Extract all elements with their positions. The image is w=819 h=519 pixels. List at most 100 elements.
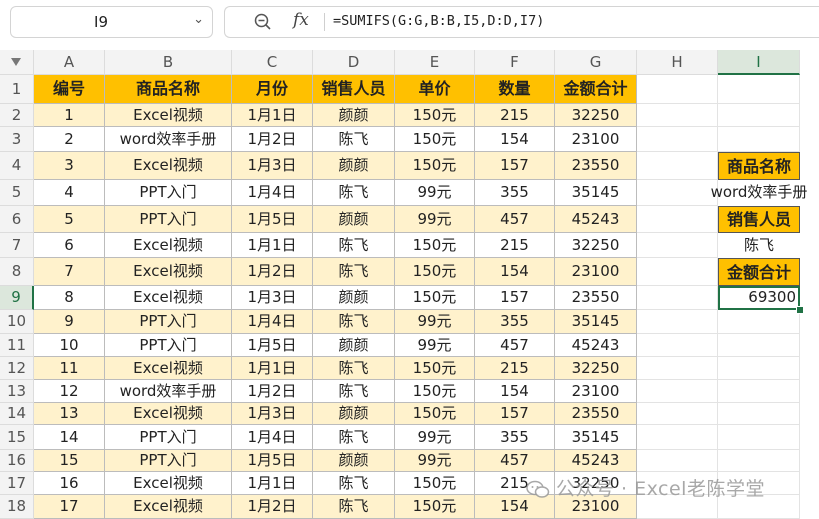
table-cell[interactable]: 157 bbox=[475, 152, 555, 180]
table-cell[interactable]: word效率手册 bbox=[105, 380, 232, 403]
table-cell[interactable]: 颜颜 bbox=[313, 334, 395, 357]
table-cell[interactable]: 23100 bbox=[555, 258, 637, 286]
table-cell[interactable]: 1月1日 bbox=[232, 472, 313, 495]
table-cell[interactable]: 45243 bbox=[555, 334, 637, 357]
table-cell[interactable]: Excel视频 bbox=[105, 233, 232, 258]
table-cell[interactable]: 1月3日 bbox=[232, 286, 313, 310]
table-cell[interactable]: 154 bbox=[475, 258, 555, 286]
table-cell[interactable]: 457 bbox=[475, 334, 555, 357]
table-cell[interactable]: 99元 bbox=[395, 310, 475, 334]
empty-cell[interactable] bbox=[718, 403, 800, 425]
table-cell[interactable]: Excel视频 bbox=[105, 104, 232, 127]
empty-cell[interactable] bbox=[718, 334, 800, 357]
name-box[interactable]: I9 ⌄ bbox=[10, 6, 213, 38]
table-cell[interactable]: 1月5日 bbox=[232, 334, 313, 357]
table-cell[interactable]: 9 bbox=[34, 310, 105, 334]
table-cell[interactable]: 1 bbox=[34, 104, 105, 127]
table-cell[interactable]: 215 bbox=[475, 233, 555, 258]
table-cell[interactable]: Excel视频 bbox=[105, 495, 232, 519]
table-cell[interactable]: 1月4日 bbox=[232, 180, 313, 206]
table-cell[interactable]: 35145 bbox=[555, 310, 637, 334]
table-cell[interactable]: 215 bbox=[475, 357, 555, 380]
empty-cell[interactable] bbox=[718, 425, 800, 450]
table-cell[interactable]: 颜颜 bbox=[313, 450, 395, 472]
row-header-4[interactable]: 4 bbox=[0, 152, 34, 180]
table-cell[interactable]: 1月1日 bbox=[232, 104, 313, 127]
table-cell[interactable]: Excel视频 bbox=[105, 472, 232, 495]
table-cell[interactable]: 1月1日 bbox=[232, 233, 313, 258]
empty-cell[interactable] bbox=[637, 75, 718, 104]
table-cell[interactable]: 150元 bbox=[395, 286, 475, 310]
row-header-8[interactable]: 8 bbox=[0, 258, 34, 286]
table-cell[interactable]: 99元 bbox=[395, 206, 475, 233]
table-cell[interactable]: 99元 bbox=[395, 425, 475, 450]
table-cell[interactable]: 1月2日 bbox=[232, 258, 313, 286]
table-cell[interactable]: 12 bbox=[34, 380, 105, 403]
table-cell[interactable]: 陈飞 bbox=[313, 472, 395, 495]
empty-cell[interactable] bbox=[637, 104, 718, 127]
empty-cell[interactable] bbox=[637, 425, 718, 450]
table-cell[interactable]: 5 bbox=[34, 206, 105, 233]
table-cell[interactable]: PPT入门 bbox=[105, 334, 232, 357]
table-cell[interactable]: 17 bbox=[34, 495, 105, 519]
table-cell[interactable]: 1月3日 bbox=[232, 152, 313, 180]
row-header-5[interactable]: 5 bbox=[0, 180, 34, 206]
table-cell[interactable]: word效率手册 bbox=[105, 127, 232, 152]
formula-bar[interactable]: fx =SUMIFS(G:G,B:B,I5,D:D,I7) bbox=[224, 6, 819, 38]
table-cell[interactable]: 215 bbox=[475, 104, 555, 127]
empty-cell[interactable] bbox=[637, 286, 718, 310]
name-box-value[interactable]: I9 bbox=[11, 13, 191, 31]
table-cell[interactable]: 4 bbox=[34, 180, 105, 206]
table-header-cell[interactable]: 月份 bbox=[232, 75, 313, 104]
table-cell[interactable]: 150元 bbox=[395, 104, 475, 127]
table-cell[interactable]: 10 bbox=[34, 334, 105, 357]
table-cell[interactable]: 150元 bbox=[395, 127, 475, 152]
table-cell[interactable]: 355 bbox=[475, 425, 555, 450]
table-cell[interactable]: 7 bbox=[34, 258, 105, 286]
row-header-13[interactable]: 13 bbox=[0, 380, 34, 403]
table-cell[interactable]: 1月2日 bbox=[232, 495, 313, 519]
table-cell[interactable]: 1月2日 bbox=[232, 127, 313, 152]
table-cell[interactable]: PPT入门 bbox=[105, 450, 232, 472]
table-cell[interactable]: 45243 bbox=[555, 206, 637, 233]
empty-cell[interactable] bbox=[718, 450, 800, 472]
table-cell[interactable]: 2 bbox=[34, 127, 105, 152]
table-cell[interactable]: 99元 bbox=[395, 180, 475, 206]
criteria-product-value[interactable]: word效率手册 bbox=[698, 180, 819, 206]
table-cell[interactable]: 150元 bbox=[395, 472, 475, 495]
table-cell[interactable]: 150元 bbox=[395, 258, 475, 286]
table-cell[interactable]: 陈飞 bbox=[313, 357, 395, 380]
criteria-salesperson-value[interactable]: 陈飞 bbox=[718, 233, 800, 258]
column-header-e[interactable]: E bbox=[395, 50, 475, 75]
criteria-total-value[interactable]: 69300 bbox=[718, 286, 800, 310]
table-cell[interactable]: 13 bbox=[34, 403, 105, 425]
table-cell[interactable]: 颜颜 bbox=[313, 403, 395, 425]
table-cell[interactable]: 颜颜 bbox=[313, 104, 395, 127]
row-header-9[interactable]: 9 bbox=[0, 286, 34, 310]
table-header-cell[interactable]: 销售人员 bbox=[313, 75, 395, 104]
row-header-11[interactable]: 11 bbox=[0, 334, 34, 357]
table-cell[interactable]: 16 bbox=[34, 472, 105, 495]
table-header-cell[interactable]: 编号 bbox=[34, 75, 105, 104]
table-cell[interactable]: 1月1日 bbox=[232, 357, 313, 380]
table-cell[interactable]: PPT入门 bbox=[105, 180, 232, 206]
column-header-f[interactable]: F bbox=[475, 50, 555, 75]
row-header-3[interactable]: 3 bbox=[0, 127, 34, 152]
table-cell[interactable]: 1月4日 bbox=[232, 310, 313, 334]
table-cell[interactable]: PPT入门 bbox=[105, 310, 232, 334]
column-header-h[interactable]: H bbox=[637, 50, 718, 75]
fill-handle[interactable] bbox=[796, 306, 804, 314]
row-header-18[interactable]: 18 bbox=[0, 495, 34, 519]
row-header-12[interactable]: 12 bbox=[0, 357, 34, 380]
table-header-cell[interactable]: 数量 bbox=[475, 75, 555, 104]
table-header-cell[interactable]: 商品名称 bbox=[105, 75, 232, 104]
table-header-cell[interactable]: 金额合计 bbox=[555, 75, 637, 104]
column-header-i[interactable]: I bbox=[718, 50, 800, 75]
table-cell[interactable]: 150元 bbox=[395, 380, 475, 403]
empty-cell[interactable] bbox=[718, 380, 800, 403]
table-cell[interactable]: 32250 bbox=[555, 104, 637, 127]
row-header-15[interactable]: 15 bbox=[0, 425, 34, 450]
table-cell[interactable]: 陈飞 bbox=[313, 233, 395, 258]
empty-cell[interactable] bbox=[637, 258, 718, 286]
column-header-g[interactable]: G bbox=[555, 50, 637, 75]
